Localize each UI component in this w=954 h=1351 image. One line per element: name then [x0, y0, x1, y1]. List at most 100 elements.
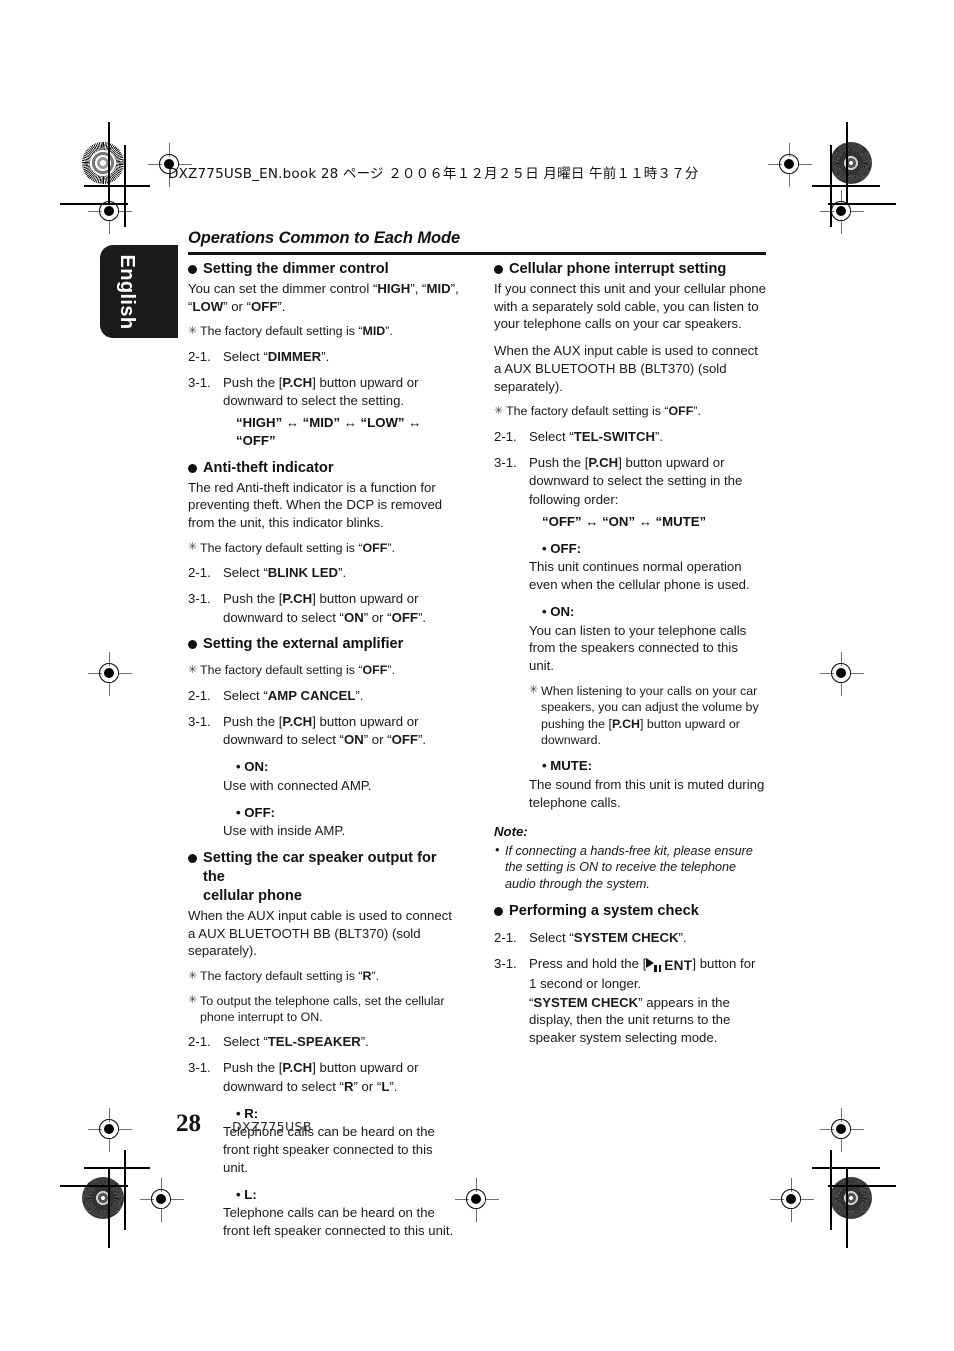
asterisk-bullet-icon: ✳ [494, 404, 504, 417]
cellular-interrupt-default-note: ✳ The factory default setting is “OFF”. [494, 404, 701, 419]
car-speaker-step-3: 3-1. Push the [P.CH] button upward or dow… [188, 1060, 419, 1094]
filled-circle-bullet-icon [188, 265, 197, 274]
car-speaker-option-r-text: Telephone calls can be heard on the fron… [223, 1124, 435, 1175]
registration-mark-bottom-left [140, 1178, 184, 1222]
heading-text: Performing a system check [509, 902, 699, 919]
cellular-interrupt-sequence: “OFF” ↔ “ON” ↔ “MUTE” [542, 513, 707, 529]
dimmer-default-note: ✳ The factory default setting is “MID”. [188, 324, 393, 339]
antitheft-step-3: 3-1. Push the [P.CH] button upward or dow… [188, 590, 427, 625]
cellular-option-off-text: This unit continues normal operation eve… [529, 559, 750, 593]
crop-mark-bottom-right-v2 [846, 1168, 848, 1248]
registration-mark-left-lower [88, 1108, 132, 1152]
heading-external-amplifier: Setting the external amplifier [188, 635, 460, 654]
dimmer-body: You can set the dimmer control “HIGH”, “… [188, 280, 459, 314]
step-number: 3-1. [494, 955, 517, 971]
amplifier-default-note: ✳ The factory default setting is “OFF”. [188, 663, 395, 678]
registration-starburst-bottom-right [830, 1177, 872, 1219]
dimmer-step-2: 2-1. Select “DIMMER”. [188, 348, 330, 364]
antitheft-step-2: 2-1. Select “BLINK LED”. [188, 565, 347, 581]
asterisk-bullet-icon: ✳ [529, 684, 539, 697]
filled-circle-bullet-icon [494, 906, 503, 916]
crop-mark-top-left-v [124, 145, 126, 227]
registration-mark-right-upper [820, 190, 864, 234]
filled-circle-bullet-icon [494, 265, 503, 274]
cellular-option-on-text: You can listen to your telephone calls f… [529, 622, 747, 674]
heading-text-line2: cellular phone [203, 887, 302, 904]
cellular-interrupt-step-2: 2-1. Select “TEL-SWITCH”. [494, 428, 664, 444]
amplifier-option-off-label: • OFF: [236, 804, 276, 820]
footer-model-name: DXZ775USB [232, 1119, 312, 1134]
step-number: 2-1. [188, 565, 211, 581]
ent-label: ENT [664, 957, 693, 973]
heading-system-check: Performing a system check [494, 902, 766, 921]
step-prefix: Press and hold the [ [529, 955, 647, 971]
crop-mark-top-right-v2 [846, 122, 848, 204]
crop-mark-bottom-left-h [84, 1167, 150, 1169]
heading-dimmer-control: Setting the dimmer control [188, 260, 460, 279]
dimmer-step-3: 3-1. Push the [P.CH] button upward or dow… [188, 374, 419, 409]
amplifier-option-off-text: Use with inside AMP. [223, 823, 346, 839]
page-number: 28 [176, 1110, 201, 1137]
heading-cellular-interrupt: Cellular phone interrupt setting [494, 260, 766, 279]
language-tab-label: English [115, 253, 138, 330]
manual-page: DXZ775USB_EN.book 28 ページ ２００６年１２月２５日 月曜日… [0, 0, 954, 1351]
system-check-result: “SYSTEM CHECK” appears in the display, t… [529, 994, 731, 1046]
registration-mark-bottom-center [455, 1178, 499, 1222]
left-column: Setting the dimmer control You can set t… [188, 260, 460, 1240]
crop-mark-bottom-left-v [124, 1150, 126, 1230]
cellular-option-mute-label: • MUTE: [542, 758, 593, 774]
note-block-item: • If connecting a hands-free kit, please … [494, 843, 766, 893]
filled-circle-bullet-icon [188, 854, 197, 864]
amplifier-option-on-label: • ON: [236, 759, 269, 775]
amplifier-step-3: 3-1. Push the [P.CH] button upward or dow… [188, 713, 427, 748]
cellular-option-on-label: • ON: [542, 603, 575, 619]
cellular-option-on-note: ✳ When listening to your calls on your ca… [529, 683, 759, 747]
car-speaker-body: When the AUX input cable is used to conn… [188, 907, 452, 959]
step-number: 2-1. [188, 348, 211, 364]
step-number: 2-1. [188, 687, 211, 703]
asterisk-bullet-icon: ✳ [188, 541, 198, 554]
cellular-interrupt-body-1: If you connect this unit and your cellul… [494, 280, 766, 332]
heading-text: Setting the dimmer control [203, 261, 389, 277]
asterisk-bullet-icon: ✳ [188, 663, 198, 676]
language-tab-english: English [100, 245, 178, 338]
amplifier-option-on-text: Use with connected AMP. [223, 777, 372, 793]
cellular-interrupt-step-3: 3-1. Push the [P.CH] button upward or dow… [494, 454, 743, 508]
car-speaker-option-l-text: Telephone calls can be heard on the fron… [223, 1205, 454, 1239]
registration-mark-left-middle [88, 652, 132, 696]
step-number: 2-1. [494, 428, 517, 444]
crop-mark-top-right-v [830, 145, 832, 227]
step-number: 3-1. [188, 1060, 211, 1076]
heading-text: Setting the external amplifier [203, 636, 404, 653]
filled-circle-bullet-icon [188, 640, 197, 650]
step-number: 3-1. [494, 454, 517, 470]
play-pause-icon [646, 957, 663, 972]
book-file-info-line: DXZ775USB_EN.book 28 ページ ２００６年１２月２５日 月曜日… [168, 166, 699, 182]
car-speaker-option-r-label: • R: [236, 1105, 259, 1121]
filled-circle-bullet-icon [188, 463, 197, 473]
asterisk-bullet-icon: ✳ [188, 994, 198, 1007]
crop-mark-top-left-h2 [60, 203, 128, 205]
step-number: 3-1. [188, 713, 211, 729]
registration-mark-top-right [768, 143, 812, 187]
crop-mark-top-left-v2 [108, 122, 110, 204]
car-speaker-default-note: ✳ The factory default setting is “R”. [188, 969, 380, 984]
heading-text: Anti-theft indicator [203, 459, 334, 476]
antitheft-default-note: ✳ The factory default setting is “OFF”. [188, 540, 395, 555]
asterisk-bullet-icon: ✳ [188, 969, 198, 982]
page-title: Operations Common to Each Mode [188, 229, 461, 247]
step-number: 3-1. [188, 590, 211, 606]
crop-mark-bottom-left-v2 [108, 1168, 110, 1248]
note-item-text: If connecting a hands-free kit, please e… [505, 843, 753, 892]
title-divider [188, 252, 766, 256]
cellular-interrupt-body-2: When the AUX input cable is used to conn… [494, 343, 758, 394]
car-speaker-step-2: 2-1. Select “TEL-SPEAKER”. [188, 1034, 369, 1050]
system-check-step-3: 3-1. Press and hold the [ENT] button for … [494, 955, 766, 993]
heading-antitheft-indicator: Anti-theft indicator [188, 459, 460, 478]
registration-mark-right-lower [820, 1108, 864, 1152]
system-check-step-2: 2-1. Select “SYSTEM CHECK”. [494, 929, 687, 945]
heading-text-line1: Setting the car speaker output for the [203, 850, 437, 885]
note-text: To output the telephone calls, set the c… [200, 993, 445, 1024]
crop-mark-bottom-right-h2 [828, 1185, 896, 1187]
registration-mark-right-middle [820, 652, 864, 696]
